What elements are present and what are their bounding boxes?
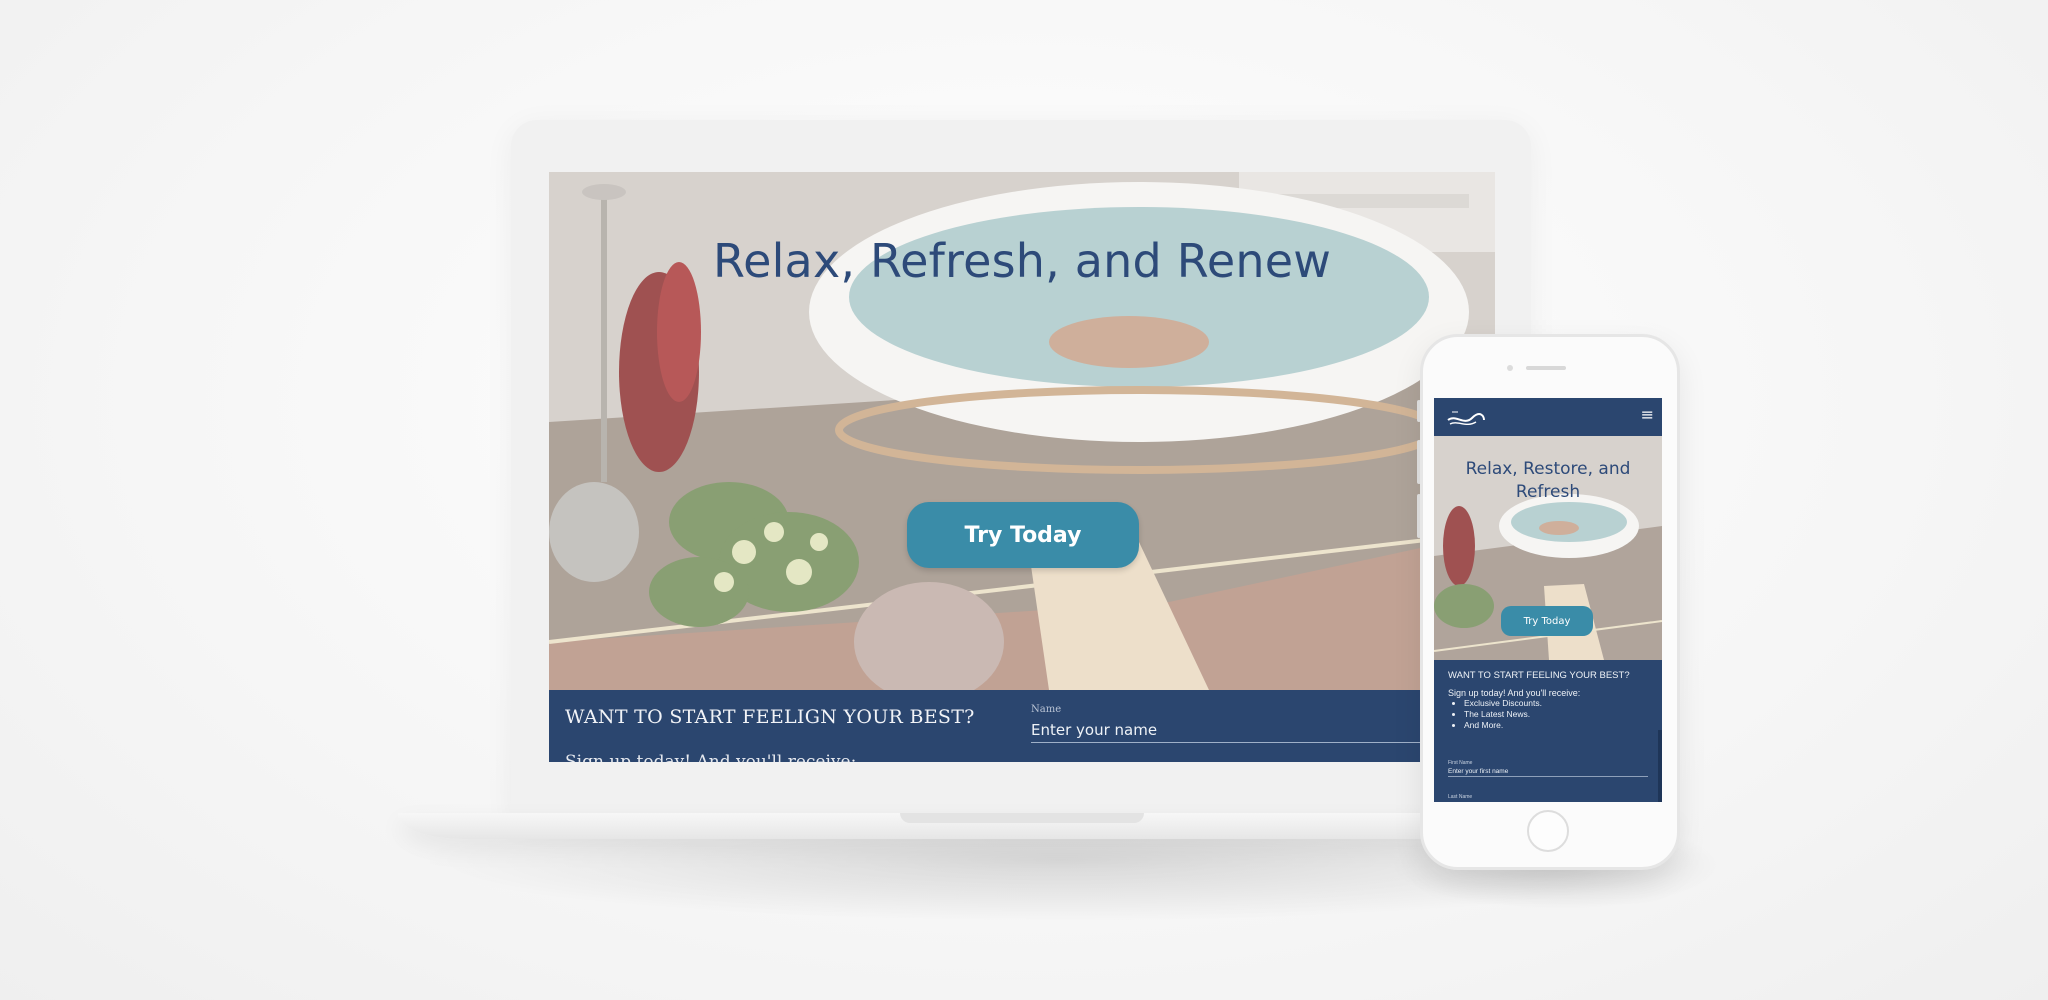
brand-logo-icon <box>1447 411 1485 425</box>
desktop-hero: Relax, Refresh, and Renew Try Today <box>549 172 1495 690</box>
mobile-navbar: ≡ <box>1434 398 1662 436</box>
mobile-hero: Relax, Restore, and Refresh Try Today <box>1434 436 1662 660</box>
laptop-notch <box>900 813 1144 823</box>
mobile-signup-lead: Sign up today! And you'll receive: <box>1448 688 1581 698</box>
last-name-label: Last Name <box>1448 794 1473 800</box>
name-input[interactable] <box>1031 718 1441 743</box>
desktop-screen: Relax, Refresh, and Renew Try Today WANT… <box>549 172 1495 762</box>
benefits-list: Exclusive Discounts. The Latest News. An… <box>1450 698 1542 731</box>
hero-title: Relax, Refresh, and Renew <box>712 234 1332 288</box>
list-item: And More. <box>1464 720 1542 731</box>
phone-home-button <box>1527 810 1569 852</box>
mobile-signup-heading: WANT TO START FEELING YOUR BEST? <box>1448 670 1630 681</box>
first-name-input[interactable] <box>1448 766 1648 777</box>
phone-camera <box>1507 365 1513 371</box>
try-today-button[interactable]: Try Today <box>907 502 1139 568</box>
signup-section: WANT TO START FEELIGN YOUR BEST? Sign up… <box>549 690 1495 762</box>
signup-heading: WANT TO START FEELIGN YOUR BEST? <box>565 706 975 728</box>
list-item: The Latest News. <box>1464 709 1542 720</box>
mobile-screen: ≡ Relax, Restore, and Refresh Try Today … <box>1434 398 1662 802</box>
hamburger-icon[interactable]: ≡ <box>1641 407 1654 423</box>
mobile-try-today-button[interactable]: Try Today <box>1501 606 1593 636</box>
signup-subheading: Sign up today! And you'll receive: <box>565 752 857 762</box>
phone-speaker <box>1526 366 1566 370</box>
mobile-scrollbar[interactable] <box>1658 730 1662 802</box>
name-label: Name <box>1031 704 1062 715</box>
mobile-signup-section: WANT TO START FEELING YOUR BEST? Sign up… <box>1434 660 1662 802</box>
list-item: Exclusive Discounts. <box>1464 698 1542 709</box>
mobile-hero-title: Relax, Restore, and Refresh <box>1465 459 1631 502</box>
